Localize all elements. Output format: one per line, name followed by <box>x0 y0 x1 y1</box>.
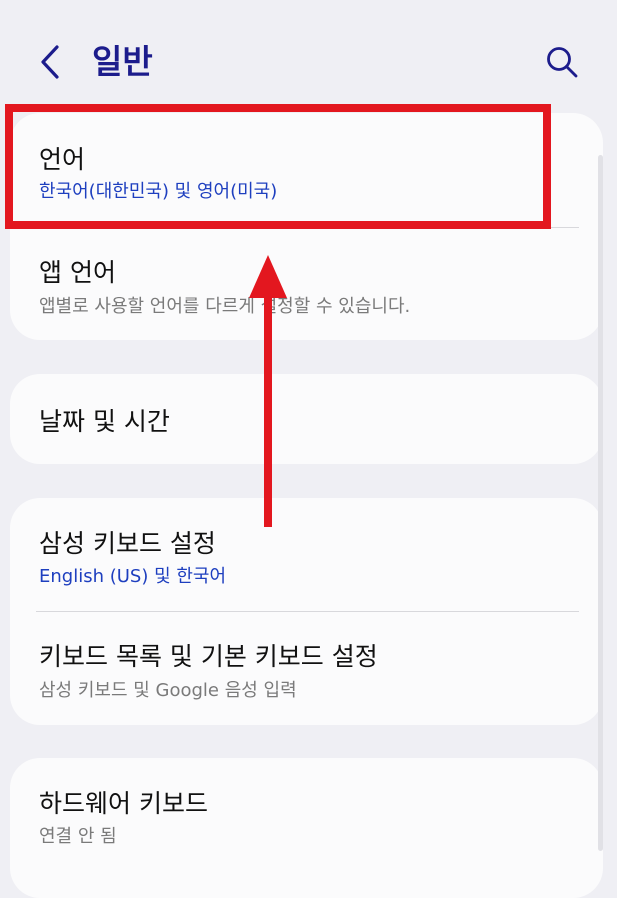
app-header: 일반 <box>0 0 617 110</box>
app-language-item-description: 앱별로 사용할 언어를 다르게 설정할 수 있습니다. <box>39 296 411 317</box>
samsung-keyboard-settings-title: 삼성 키보드 설정 <box>39 529 216 558</box>
app-language-item[interactable]: 앱 언어 앱별로 사용할 언어를 다르게 설정할 수 있습니다. <box>10 228 603 340</box>
keyboard-section-card: 삼성 키보드 설정 English (US) 및 한국어 키보드 목록 및 기본… <box>10 498 603 725</box>
hardware-keyboard-item-title: 하드웨어 키보드 <box>39 789 208 818</box>
hardware-keyboard-item-status: 연결 안 됨 <box>39 826 117 847</box>
back-button[interactable] <box>30 38 70 86</box>
language-item-value: 한국어(대한민국) 및 영어(미국) <box>39 181 278 202</box>
date-time-item-title: 날짜 및 시간 <box>39 407 170 436</box>
samsung-keyboard-settings-value: English (US) 및 한국어 <box>39 566 227 587</box>
keyboard-list-item[interactable]: 키보드 목록 및 기본 키보드 설정 삼성 키보드 및 Google 음성 입력 <box>10 612 603 725</box>
page-title: 일반 <box>92 42 153 81</box>
hardware-keyboard-item[interactable]: 하드웨어 키보드 연결 안 됨 <box>10 758 603 868</box>
samsung-keyboard-settings-item[interactable]: 삼성 키보드 설정 English (US) 및 한국어 <box>10 498 603 612</box>
app-language-item-title: 앱 언어 <box>39 258 116 287</box>
date-time-item[interactable]: 날짜 및 시간 <box>10 374 603 464</box>
search-icon <box>547 47 578 78</box>
hardware-keyboard-section-card: 하드웨어 키보드 연결 안 됨 <box>10 758 603 898</box>
scrollbar[interactable] <box>598 155 603 851</box>
language-section-card: 언어 한국어(대한민국) 및 영어(미국) 앱 언어 앱별로 사용할 언어를 다… <box>10 113 603 340</box>
search-button[interactable] <box>540 38 584 86</box>
language-item-title: 언어 <box>39 145 86 174</box>
keyboard-list-item-title: 키보드 목록 및 기본 키보드 설정 <box>39 642 378 671</box>
language-item[interactable]: 언어 한국어(대한민국) 및 영어(미국) <box>10 113 603 228</box>
date-time-section-card: 날짜 및 시간 <box>10 374 603 464</box>
keyboard-list-item-description: 삼성 키보드 및 Google 음성 입력 <box>39 680 297 701</box>
chevron-left-icon <box>41 45 59 79</box>
